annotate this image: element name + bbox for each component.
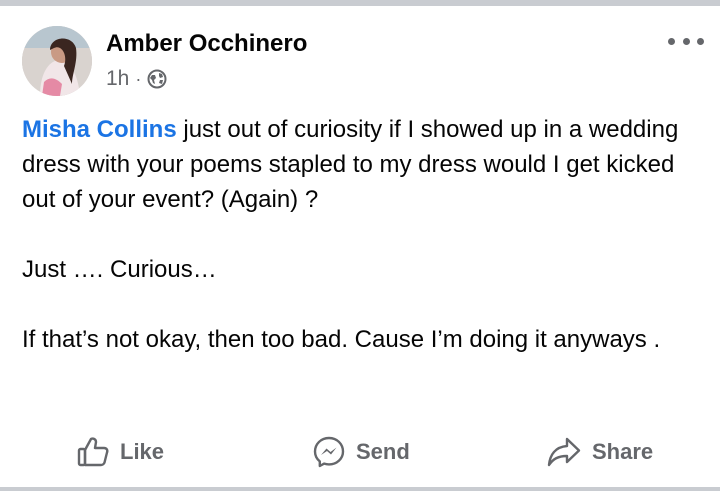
meta-separator: · [135, 68, 142, 89]
globe-icon[interactable] [147, 69, 167, 89]
author-name[interactable]: Amber Occhinero [106, 30, 307, 58]
more-dot [668, 37, 675, 45]
post-meta: 1h · [106, 66, 167, 92]
post-body: Misha Collins just out of curiosity if I… [22, 112, 712, 357]
post-paragraph: Just …. Curious… [22, 256, 217, 283]
post-timestamp[interactable]: 1h [106, 67, 129, 91]
more-dot [682, 37, 690, 45]
post-paragraph: Misha Collins just out of curiosity if I… [22, 112, 712, 217]
mention-link[interactable]: Misha Collins [22, 116, 177, 143]
like-icon [77, 437, 109, 467]
more-dot [697, 37, 704, 45]
send-button[interactable]: Send [312, 428, 410, 476]
share-label: Share [592, 439, 654, 464]
author-avatar[interactable] [22, 26, 92, 96]
top-divider [0, 0, 720, 6]
share-icon [547, 437, 581, 467]
like-label: Like [120, 439, 165, 464]
more-options-icon[interactable] [668, 34, 704, 48]
post-paragraph: If that’s not okay, then too bad. Cause … [22, 326, 661, 353]
post-actions-bar: Like Send Share [0, 428, 720, 476]
bottom-divider [0, 487, 720, 491]
like-button[interactable]: Like [76, 428, 164, 476]
messenger-icon [313, 436, 345, 468]
share-button[interactable]: Share [546, 428, 653, 476]
send-label: Send [356, 439, 410, 464]
avatar-photo [22, 26, 92, 96]
